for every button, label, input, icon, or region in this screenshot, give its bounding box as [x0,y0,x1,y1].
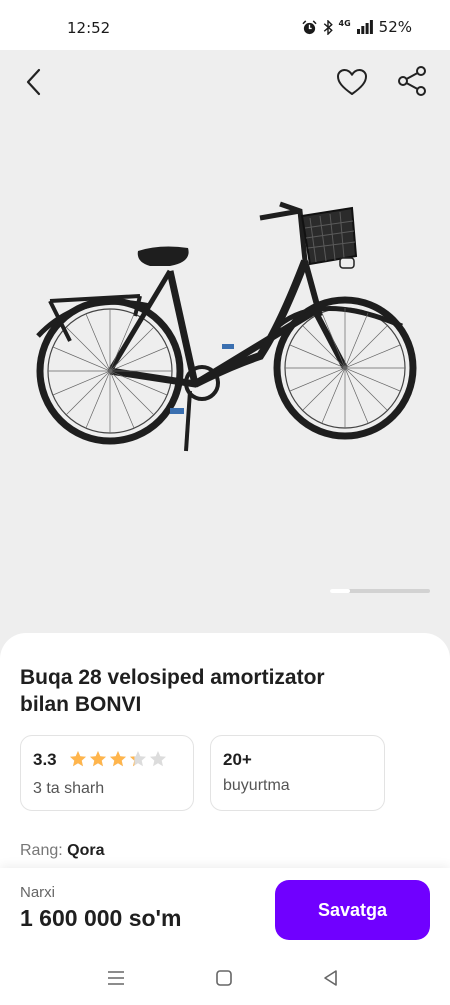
pager-active-indicator [330,589,350,593]
home-button[interactable] [209,964,239,992]
back-button[interactable] [18,64,50,100]
add-to-cart-button[interactable]: Savatga [275,880,430,940]
product-title: Buqa 28 velosiped amortizator bilan BONV… [20,664,420,718]
star-icon [110,751,126,767]
bluetooth-icon [323,19,333,35]
rating-card[interactable]: 3.3 3 ta sharh [20,735,194,811]
orders-label: buyurtma [223,777,290,794]
rating-value: 3.3 [33,750,57,769]
back-nav-button[interactable] [316,964,346,992]
status-icons: 4G 52% [301,18,412,36]
menu-icon [108,971,124,985]
star-icon [130,751,146,767]
star-icon [70,751,86,767]
alarm-icon [301,19,317,34]
heart-icon [337,69,367,95]
star-icon [90,751,106,767]
price-label: Narxi [20,884,56,901]
color-label: Rang: [20,842,63,859]
orders-card: 20+ buyurtma [210,735,385,811]
product-title-line-1: Buqa 28 velosiped amortizator [20,666,325,689]
image-pager [330,589,430,593]
star-icon [150,751,166,767]
rating-stars [69,750,167,768]
color-value: Qora [67,842,105,859]
battery-level: 52% [378,18,412,36]
favorite-button[interactable] [334,64,370,100]
orders-count: 20+ [223,750,252,769]
price-value: 1 600 000 so'm [20,905,182,931]
status-bar: 12:52 4G 52% [0,0,450,50]
signal-icon [356,20,373,34]
chevron-left-icon [26,68,41,96]
status-time: 12:52 [67,19,111,37]
network-type: 4G [338,18,351,28]
product-title-line-2: bilan BONVI [20,693,142,716]
share-icon [398,66,426,96]
back-triangle-icon [324,970,337,986]
product-image [36,201,417,452]
home-icon [216,970,232,986]
color-row[interactable]: Rang: Qora [20,842,105,860]
share-button[interactable] [394,63,430,99]
reviews-count: 3 ta sharh [33,780,105,797]
recent-apps-button[interactable] [101,964,131,992]
